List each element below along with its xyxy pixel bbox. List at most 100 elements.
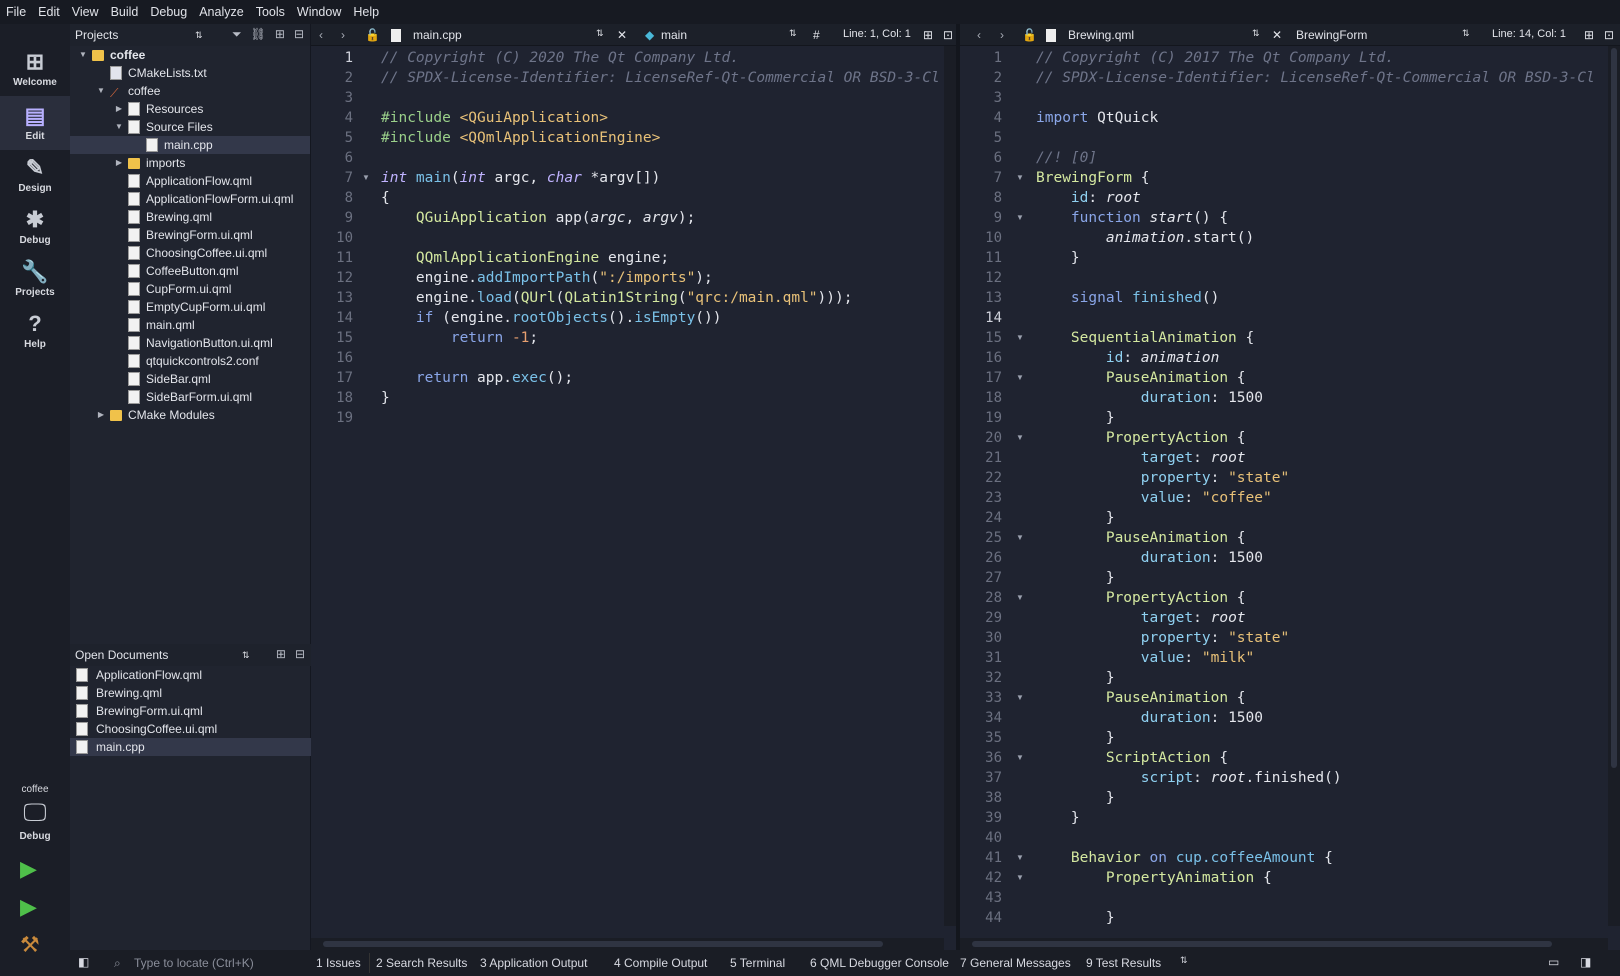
- tree-item[interactable]: CoffeeButton.qml: [70, 262, 310, 280]
- toggle-output-icon[interactable]: ▭: [1548, 955, 1559, 969]
- output-tab[interactable]: 4 Compile Output: [614, 956, 707, 970]
- symbol-dropdown-icon[interactable]: ⇅: [1462, 28, 1470, 39]
- left-vertical-scrollbar[interactable]: [944, 46, 956, 926]
- tree-item[interactable]: CMakeLists.txt: [70, 64, 310, 82]
- right-file-name[interactable]: Brewing.qml: [1068, 28, 1134, 42]
- split-icon[interactable]: ⊞: [276, 647, 286, 661]
- fold-arrow-icon[interactable]: ▼: [362, 168, 370, 188]
- tree-item[interactable]: ApplicationFlowForm.ui.qml: [70, 190, 310, 208]
- right-vertical-scrollbar[interactable]: [1608, 46, 1620, 926]
- hash-label[interactable]: #: [813, 28, 820, 42]
- menu-tools[interactable]: Tools: [256, 5, 285, 19]
- tree-item[interactable]: ApplicationFlow.qml: [70, 172, 310, 190]
- close-pane-icon[interactable]: ⊟: [294, 27, 304, 42]
- split-icon[interactable]: ⊞: [1584, 28, 1594, 42]
- fold-arrow-icon[interactable]: ▼: [1016, 688, 1024, 708]
- tree-expand-arrow-icon[interactable]: ▼: [78, 46, 88, 64]
- menu-help[interactable]: Help: [353, 5, 379, 19]
- tree-expand-arrow-icon[interactable]: ▶: [114, 154, 124, 172]
- open-document-item[interactable]: Brewing.qml: [70, 684, 311, 702]
- mode-edit[interactable]: ▤ Edit: [0, 96, 70, 150]
- kit-selector[interactable]: coffee 🖵 Debug: [0, 784, 70, 842]
- open-document-item[interactable]: BrewingForm.ui.qml: [70, 702, 311, 720]
- tree-item[interactable]: NavigationButton.ui.qml: [70, 334, 310, 352]
- menu-view[interactable]: View: [72, 5, 99, 19]
- filter-icon[interactable]: ⏷: [232, 27, 242, 42]
- tree-expand-arrow-icon[interactable]: ▶: [96, 406, 106, 424]
- mode-welcome[interactable]: ⊞ Welcome: [0, 42, 70, 96]
- fold-arrow-icon[interactable]: ▼: [1016, 748, 1024, 768]
- forward-icon[interactable]: ›: [341, 28, 345, 42]
- forward-icon[interactable]: ›: [1000, 28, 1004, 42]
- output-tab[interactable]: 6 QML Debugger Console: [810, 956, 949, 970]
- left-cursor-position[interactable]: Line: 1, Col: 1: [843, 28, 911, 40]
- menu-debug[interactable]: Debug: [150, 5, 187, 19]
- tree-item[interactable]: SideBarForm.ui.qml: [70, 388, 310, 406]
- menu-file[interactable]: File: [6, 5, 26, 19]
- file-dropdown-icon[interactable]: ⇅: [1252, 28, 1260, 39]
- tree-expand-arrow-icon[interactable]: ▼: [96, 82, 106, 100]
- open-document-item[interactable]: main.cpp: [70, 738, 311, 756]
- run-icon[interactable]: ▶: [20, 856, 37, 882]
- build-hammer-icon[interactable]: ⚒: [20, 932, 40, 958]
- right-symbol-name[interactable]: BrewingForm: [1296, 28, 1367, 42]
- symbol-dropdown-icon[interactable]: ⇅: [789, 28, 797, 39]
- fold-arrow-icon[interactable]: ▼: [1016, 208, 1024, 228]
- close-file-icon[interactable]: ✕: [1272, 28, 1282, 42]
- mode-help[interactable]: ? Help: [0, 304, 70, 358]
- left-code-editor[interactable]: 1 // Copyright (C) 2020 The Qt Company Lt…: [311, 46, 944, 926]
- fold-arrow-icon[interactable]: ▼: [1016, 848, 1024, 868]
- right-cursor-position[interactable]: Line: 14, Col: 1: [1492, 28, 1566, 40]
- fold-arrow-icon[interactable]: ▼: [1016, 588, 1024, 608]
- fold-arrow-icon[interactable]: ▼: [1016, 868, 1024, 888]
- right-code-editor[interactable]: 1 // Copyright (C) 2017 The Qt Company Lt…: [960, 46, 1608, 926]
- tree-item[interactable]: BrewingForm.ui.qml: [70, 226, 310, 244]
- fold-arrow-icon[interactable]: ▼: [1016, 168, 1024, 188]
- tree-item[interactable]: EmptyCupForm.ui.qml: [70, 298, 310, 316]
- tree-item[interactable]: main.cpp: [70, 136, 310, 154]
- menu-window[interactable]: Window: [297, 5, 341, 19]
- open-document-item[interactable]: ApplicationFlow.qml: [70, 666, 311, 684]
- fold-arrow-icon[interactable]: ▼: [1016, 528, 1024, 548]
- open-document-item[interactable]: ChoosingCoffee.ui.qml: [70, 720, 311, 738]
- left-horizontal-scrollbar[interactable]: [311, 938, 944, 950]
- link-icon[interactable]: ⛓: [251, 27, 266, 42]
- tree-item[interactable]: ▼ ⟋ coffee: [70, 82, 310, 100]
- file-dropdown-icon[interactable]: ⇅: [596, 28, 604, 39]
- fold-arrow-icon[interactable]: ▼: [1016, 368, 1024, 388]
- right-horizontal-scrollbar[interactable]: [960, 938, 1608, 950]
- tree-item[interactable]: main.qml: [70, 316, 310, 334]
- tree-item[interactable]: ▶ imports: [70, 154, 310, 172]
- left-file-name[interactable]: main.cpp: [413, 28, 462, 42]
- tree-item[interactable]: ChoosingCoffee.ui.qml: [70, 244, 310, 262]
- close-pane-icon[interactable]: ⊟: [295, 647, 305, 661]
- tree-item[interactable]: ▼ Source Files: [70, 118, 310, 136]
- menu-build[interactable]: Build: [111, 5, 139, 19]
- tree-item[interactable]: qtquickcontrols2.conf: [70, 352, 310, 370]
- tree-item[interactable]: ▶ CMake Modules: [70, 406, 310, 424]
- output-tab[interactable]: 1 Issues: [316, 956, 361, 970]
- close-split-icon[interactable]: ⊡: [1604, 28, 1614, 42]
- output-tab[interactable]: 3 Application Output: [480, 956, 587, 970]
- output-tab[interactable]: 7 General Messages: [960, 956, 1071, 970]
- tree-item[interactable]: CupForm.ui.qml: [70, 280, 310, 298]
- projects-view-dropdown-icon[interactable]: ⇅: [195, 30, 203, 41]
- close-file-icon[interactable]: ✕: [617, 28, 627, 42]
- output-tab[interactable]: 2 Search Results: [376, 956, 467, 970]
- toggle-right-sidebar-icon[interactable]: ◨: [1580, 955, 1591, 969]
- menu-edit[interactable]: Edit: [38, 5, 60, 19]
- debug-run-icon[interactable]: ▶: [20, 894, 37, 920]
- output-tab[interactable]: 5 Terminal: [730, 956, 785, 970]
- tree-item[interactable]: ▶ Resources: [70, 100, 310, 118]
- tree-item[interactable]: Brewing.qml: [70, 208, 310, 226]
- tree-expand-arrow-icon[interactable]: ▼: [114, 118, 124, 136]
- close-split-icon[interactable]: ⊡: [943, 28, 953, 42]
- tree-expand-arrow-icon[interactable]: ▶: [114, 100, 124, 118]
- back-icon[interactable]: ‹: [977, 28, 981, 42]
- output-tabs-dropdown-icon[interactable]: ⇅: [1180, 955, 1188, 966]
- left-symbol-name[interactable]: main: [661, 28, 687, 42]
- fold-arrow-icon[interactable]: ▼: [1016, 328, 1024, 348]
- fold-arrow-icon[interactable]: ▼: [1016, 428, 1024, 448]
- menu-analyze[interactable]: Analyze: [199, 5, 243, 19]
- mode-projects[interactable]: 🔧 Projects: [0, 252, 70, 306]
